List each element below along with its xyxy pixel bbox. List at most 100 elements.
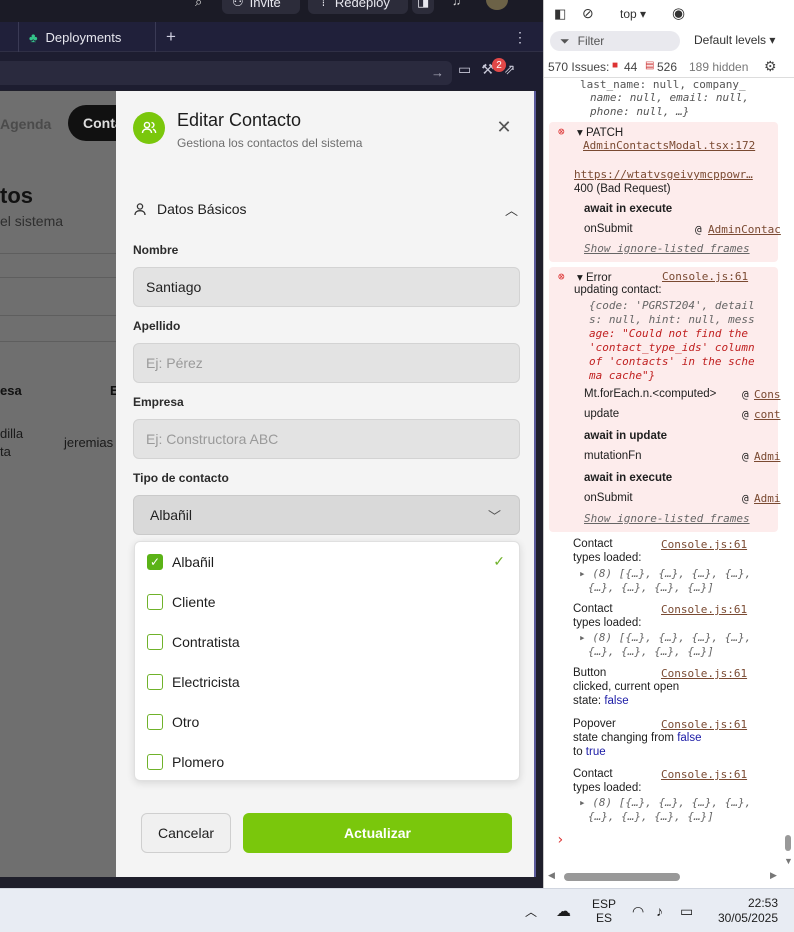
- gear-icon[interactable]: ⚙: [764, 58, 777, 75]
- option-plomero[interactable]: Plomero: [147, 750, 507, 774]
- battery-icon[interactable]: ▭: [680, 889, 693, 932]
- checkbox[interactable]: [147, 714, 163, 730]
- cell-line: dilla: [0, 426, 24, 441]
- tipo-contacto-select[interactable]: Albañil ﹀: [133, 495, 520, 535]
- edit-contact-modal: Editar Contacto Gestiona los contactos d…: [116, 91, 534, 877]
- console-source-link[interactable]: Console.js:61: [661, 538, 747, 551]
- log-array: {…}, {…}, {…}, {…}]: [588, 810, 714, 823]
- avatar[interactable]: [486, 0, 508, 10]
- error-icon: ⊗: [558, 125, 565, 138]
- frame-at: @: [742, 450, 749, 463]
- tab-deployments[interactable]: ♣ Deployments: [18, 22, 156, 52]
- levels-select[interactable]: Default levels ▾: [694, 33, 775, 47]
- scroll-left-icon[interactable]: ◀: [548, 870, 555, 881]
- address-bar[interactable]: →: [0, 61, 452, 85]
- log-array[interactable]: ▸ (8) [{…}, {…}, {…}, {…},: [579, 567, 751, 580]
- eye-icon[interactable]: ◉: [672, 4, 685, 22]
- option-otro[interactable]: Otro: [147, 710, 507, 734]
- patch-source-link[interactable]: AdminContactsModal.tsx:172: [583, 139, 755, 152]
- checkbox[interactable]: [147, 594, 163, 610]
- log-array[interactable]: ▸ (8) [{…}, {…}, {…}, {…},: [579, 796, 751, 809]
- option-cliente[interactable]: Cliente: [147, 590, 507, 614]
- console-source-link[interactable]: Console.js:61: [661, 603, 747, 616]
- cancel-button[interactable]: Cancelar: [141, 813, 231, 853]
- cell-line: ta: [0, 444, 11, 459]
- checkbox[interactable]: [147, 634, 163, 650]
- show-ignored-link[interactable]: Show ignore-listed frames: [584, 512, 750, 525]
- context-select[interactable]: top ▾: [620, 7, 646, 21]
- console-source-link[interactable]: Console.js:61: [661, 667, 747, 680]
- option-label: Albañil: [172, 554, 215, 570]
- search-icon[interactable]: ⌕: [195, 0, 202, 10]
- patch-label: ▾ PATCH: [577, 127, 624, 139]
- invite-button[interactable]: ⚇ Invite: [222, 0, 300, 14]
- log-array[interactable]: ▸ (8) [{…}, {…}, {…}, {…},: [579, 631, 751, 644]
- checkbox[interactable]: [147, 754, 163, 770]
- horizontal-scrollbar[interactable]: ◀ ▶: [548, 870, 780, 882]
- frame-update: update: [584, 408, 620, 420]
- frame-link[interactable]: cont: [754, 408, 781, 421]
- more-icon[interactable]: ⋮: [512, 22, 528, 52]
- checkbox[interactable]: [147, 674, 163, 690]
- new-tab-button[interactable]: +: [160, 22, 182, 52]
- message-count[interactable]: 526: [657, 60, 677, 74]
- await-execute: await in execute: [584, 472, 673, 484]
- chevron-up-icon[interactable]: ︿: [505, 200, 518, 219]
- apellido-input[interactable]: Ej: Pérez: [133, 343, 520, 383]
- vertical-scrollbar[interactable]: [785, 835, 791, 851]
- bell-icon[interactable]: ♫: [452, 0, 461, 8]
- frame-mutationfn: mutationFn: [584, 450, 642, 462]
- language-indicator[interactable]: ESP ES: [592, 889, 616, 932]
- show-ignored-link[interactable]: Show ignore-listed frames: [584, 242, 750, 255]
- frame-link[interactable]: Cons: [754, 388, 781, 401]
- invite-label: Invite: [249, 0, 281, 10]
- chevron-up-icon[interactable]: ︿: [525, 889, 537, 932]
- frame-link[interactable]: Admi: [754, 492, 781, 505]
- scroll-thumb[interactable]: [564, 873, 680, 881]
- error-count[interactable]: 44: [624, 60, 637, 74]
- cloud-icon[interactable]: ☁: [556, 889, 571, 932]
- notification-badge: 2: [492, 58, 506, 72]
- browser-window: ⌕ ⚇ Invite ⇡ Redeploy ◨ ♫ ♣ Deployments …: [0, 0, 543, 888]
- console-source-link[interactable]: Console.js:61: [661, 718, 747, 731]
- option-label: Plomero: [172, 754, 225, 770]
- console-prompt[interactable]: ›: [556, 832, 564, 848]
- option-electricista[interactable]: Electricista: [147, 670, 507, 694]
- column-header-empresa: esa: [0, 383, 22, 398]
- update-button[interactable]: Actualizar: [243, 813, 512, 853]
- error-object-line: age: "Could not find the: [589, 327, 748, 340]
- clock[interactable]: 22:53 30/05/2025: [712, 889, 778, 932]
- frame-link[interactable]: Admi: [754, 450, 781, 463]
- speaker-icon[interactable]: ♪: [656, 889, 663, 932]
- close-icon[interactable]: ✕: [494, 117, 514, 137]
- nav-agenda[interactable]: Agenda: [0, 107, 60, 141]
- empresa-input[interactable]: Ej: Constructora ABC: [133, 419, 520, 459]
- redeploy-button[interactable]: ⇡ Redeploy: [308, 0, 408, 14]
- patch-url-link[interactable]: https://wtatvsgeivymcppowr…: [574, 168, 753, 181]
- share-button[interactable]: ◨: [412, 0, 434, 14]
- option-albanil[interactable]: ✓ Albañil ✓: [147, 550, 507, 574]
- clear-console-icon[interactable]: ⊘: [582, 5, 594, 22]
- filter-input[interactable]: ⏷ Filter: [550, 31, 680, 51]
- await-update: await in update: [584, 430, 668, 442]
- scroll-down-icon[interactable]: ▼: [784, 856, 793, 866]
- monitor-icon[interactable]: ▭: [458, 61, 471, 78]
- option-contratista[interactable]: Contratista: [147, 630, 507, 654]
- wifi-icon[interactable]: ◠: [632, 889, 644, 932]
- frame-link[interactable]: AdminContac: [708, 223, 781, 236]
- checkbox-checked-icon[interactable]: ✓: [147, 554, 163, 570]
- error-text: Error: [585, 272, 612, 284]
- user-icon: [134, 203, 146, 216]
- nombre-input[interactable]: Santiago: [133, 267, 520, 307]
- tab-label: Deployments: [45, 29, 122, 45]
- error-object-line: {code: 'PGRST204', detail: [589, 299, 755, 312]
- apellido-label: Apellido: [133, 319, 181, 333]
- arrow-right-icon[interactable]: →: [431, 65, 444, 80]
- section-datos-basicos[interactable]: Datos Básicos ︿: [133, 199, 520, 219]
- error-icon: ■: [612, 60, 619, 71]
- await-execute: await in execute: [584, 203, 673, 215]
- console-source-link[interactable]: Console.js:61: [661, 768, 747, 781]
- console-source-link[interactable]: Console.js:61: [662, 270, 748, 283]
- sidebar-toggle-icon[interactable]: ◧: [554, 6, 566, 22]
- scroll-right-icon[interactable]: ▶: [770, 870, 777, 881]
